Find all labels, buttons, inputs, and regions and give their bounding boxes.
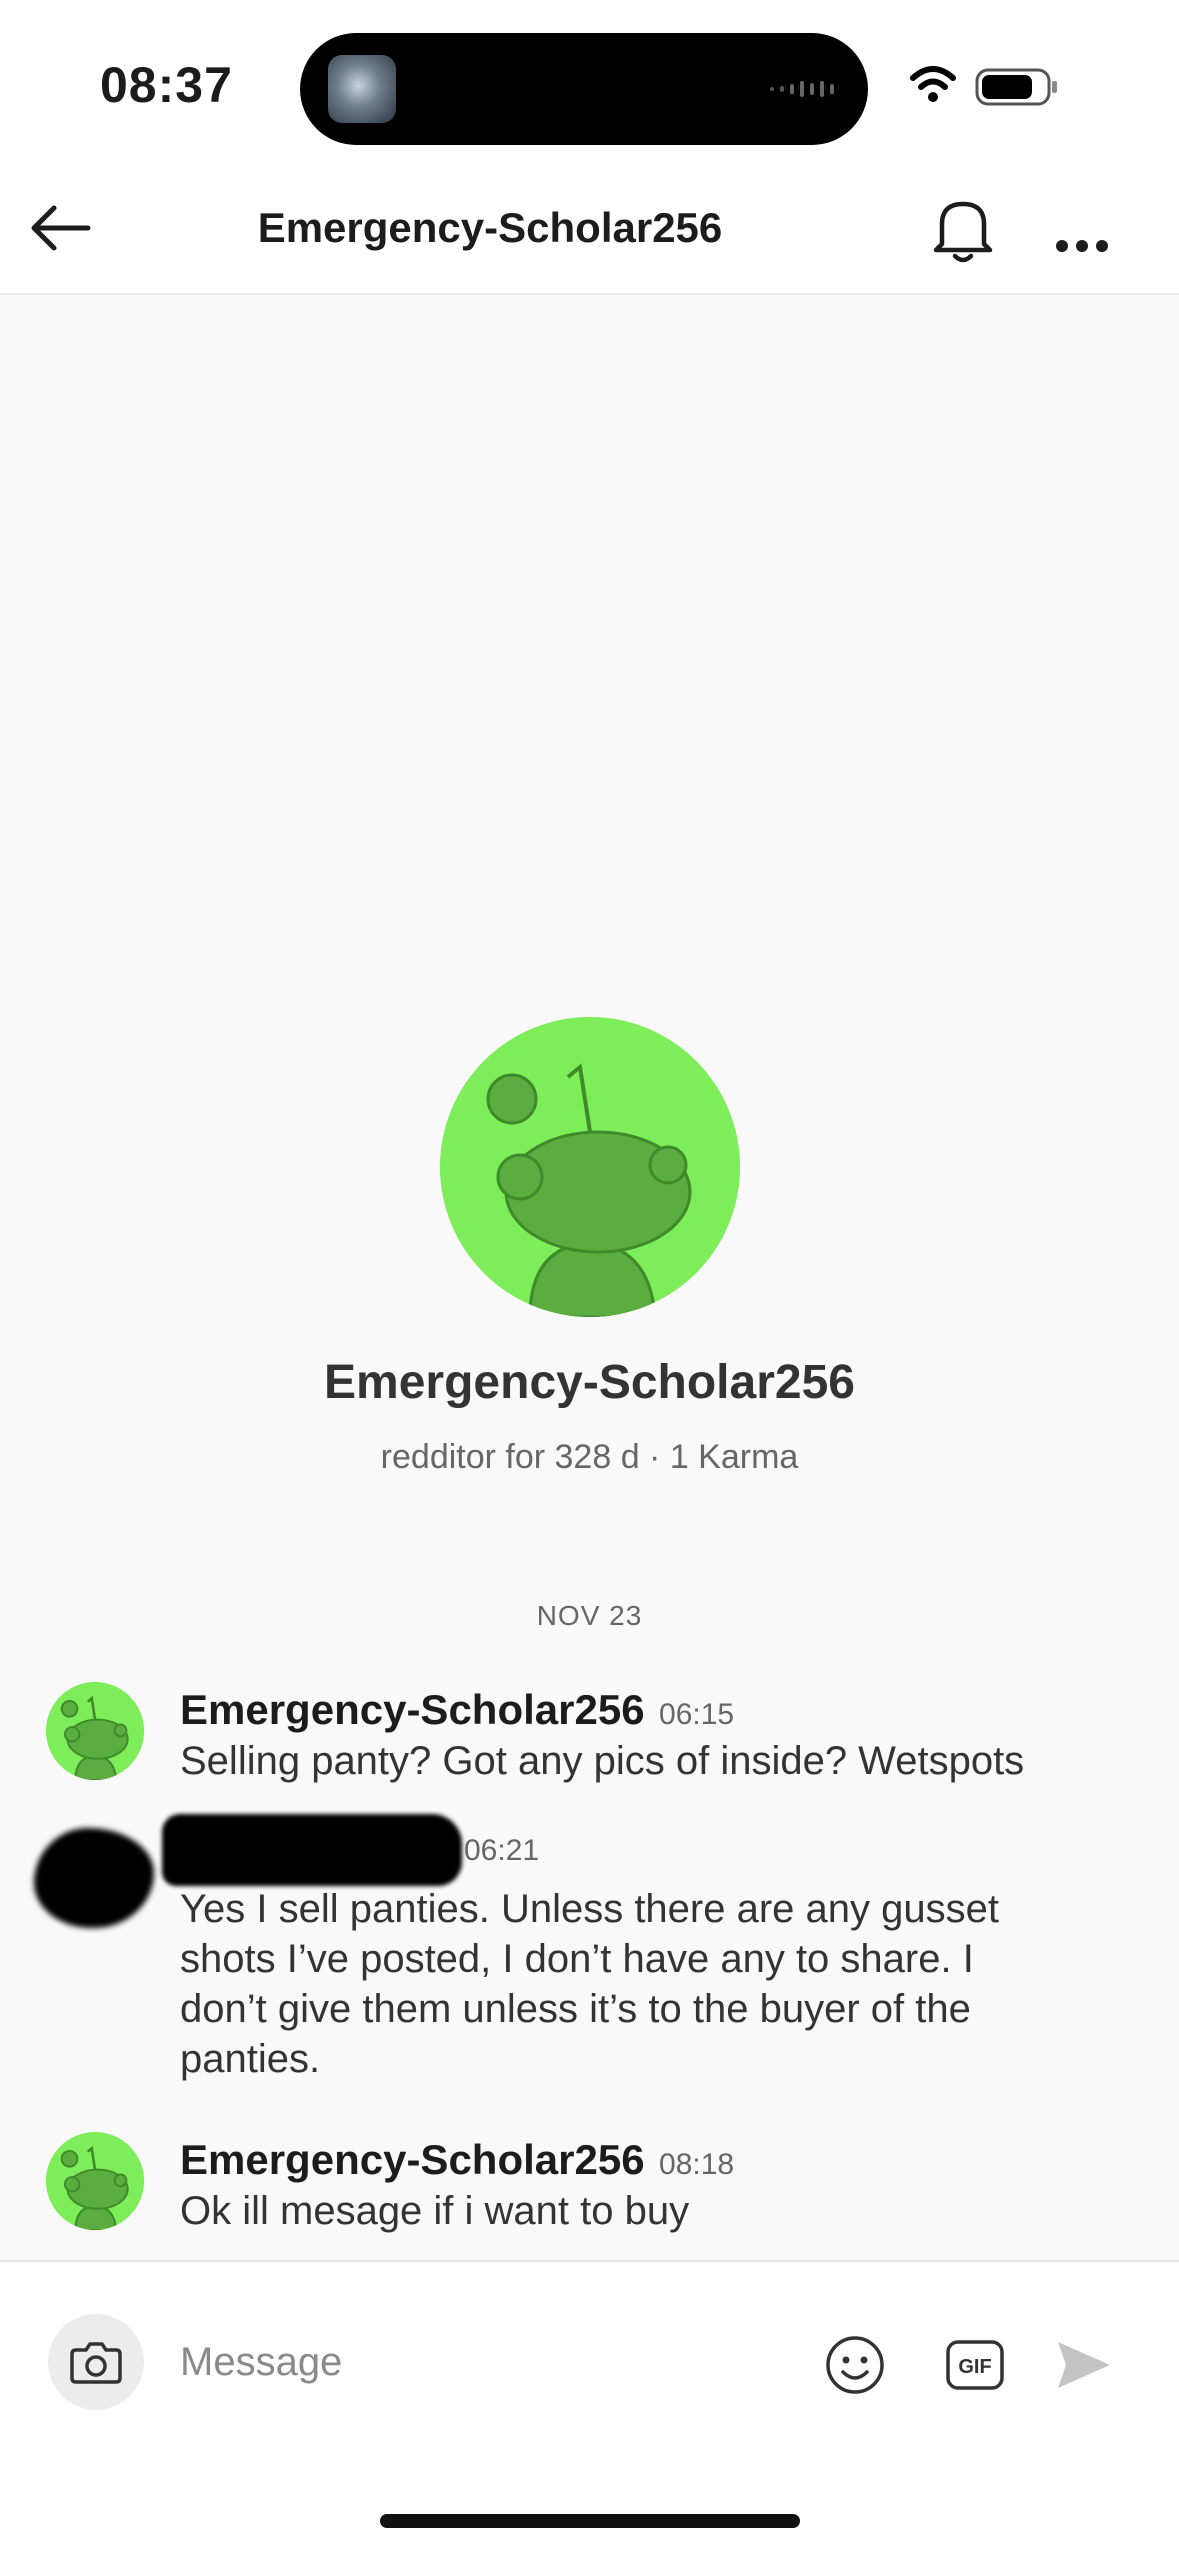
message-text: Yes I sell panties. Unless there are any… xyxy=(180,1884,1140,2084)
chat-header: Emergency-Scholar256 xyxy=(0,170,1179,295)
emoji-icon[interactable] xyxy=(822,2332,888,2398)
snoo-avatar-icon xyxy=(46,2132,144,2230)
message-input[interactable] xyxy=(180,2320,780,2404)
message-author[interactable]: Emergency-Scholar256 xyxy=(180,1686,645,1733)
message-line: don’t give them unless it’s to the buyer… xyxy=(180,1987,971,2031)
snoo-avatar-icon xyxy=(440,1017,740,1317)
now-playing-artwork xyxy=(328,55,396,123)
redacted-username xyxy=(162,1814,462,1886)
audio-waveform-icon xyxy=(770,81,834,97)
message-time: 06:21 xyxy=(464,1834,540,1867)
message-avatar[interactable] xyxy=(46,2132,144,2230)
gif-icon[interactable]: GIF xyxy=(944,2334,1006,2396)
gif-label: GIF xyxy=(958,2356,991,2378)
camera-icon xyxy=(70,2342,122,2384)
message-time: 06:15 xyxy=(659,1698,735,1731)
message-line: shots I’ve posted, I don’t have any to s… xyxy=(180,1937,974,1981)
message-time: 08:18 xyxy=(659,2148,735,2181)
profile-username[interactable]: Emergency-Scholar256 xyxy=(0,1355,1179,1410)
message-author[interactable]: Emergency-Scholar256 xyxy=(180,2136,645,2183)
dynamic-island[interactable] xyxy=(300,33,868,145)
message-line: panties. xyxy=(180,2037,321,2081)
header-title: Emergency-Scholar256 xyxy=(257,204,723,251)
message-text: Selling panty? Got any pics of inside? W… xyxy=(180,1739,1025,1783)
message-text: Ok ill mesage if i want to buy xyxy=(180,2189,690,2233)
message-header: Emergency-Scholar256 08:18 xyxy=(180,2136,734,2184)
battery-icon xyxy=(975,68,1057,106)
send-icon[interactable] xyxy=(1052,2334,1114,2396)
chat-screen: 08:37 Emergency-Scholar256 Emergency-Sch… xyxy=(0,0,1179,2556)
date-separator: NOV 23 xyxy=(536,1600,643,1631)
message-header: Emergency-Scholar256 06:15 xyxy=(180,1686,734,1734)
home-indicator xyxy=(380,2514,800,2528)
snoo-avatar-icon xyxy=(46,1682,144,1780)
message-header: 06:21 xyxy=(464,1834,539,1868)
status-bar: 08:37 xyxy=(0,0,1179,170)
message-composer: GIF xyxy=(0,2260,1179,2556)
bell-icon[interactable] xyxy=(920,186,1006,272)
message-line: Yes I sell panties. Unless there are any… xyxy=(180,1887,999,1931)
status-time: 08:37 xyxy=(100,57,233,113)
status-icons xyxy=(910,66,1057,106)
profile-meta: redditor for 328 d · 1 Karma xyxy=(380,1438,799,1476)
redacted-avatar xyxy=(34,1828,154,1928)
message-avatar[interactable] xyxy=(46,1682,144,1780)
more-options-icon[interactable] xyxy=(1040,190,1130,270)
camera-button[interactable] xyxy=(48,2314,144,2410)
profile-avatar[interactable] xyxy=(440,1017,740,1317)
wifi-icon xyxy=(910,66,956,102)
